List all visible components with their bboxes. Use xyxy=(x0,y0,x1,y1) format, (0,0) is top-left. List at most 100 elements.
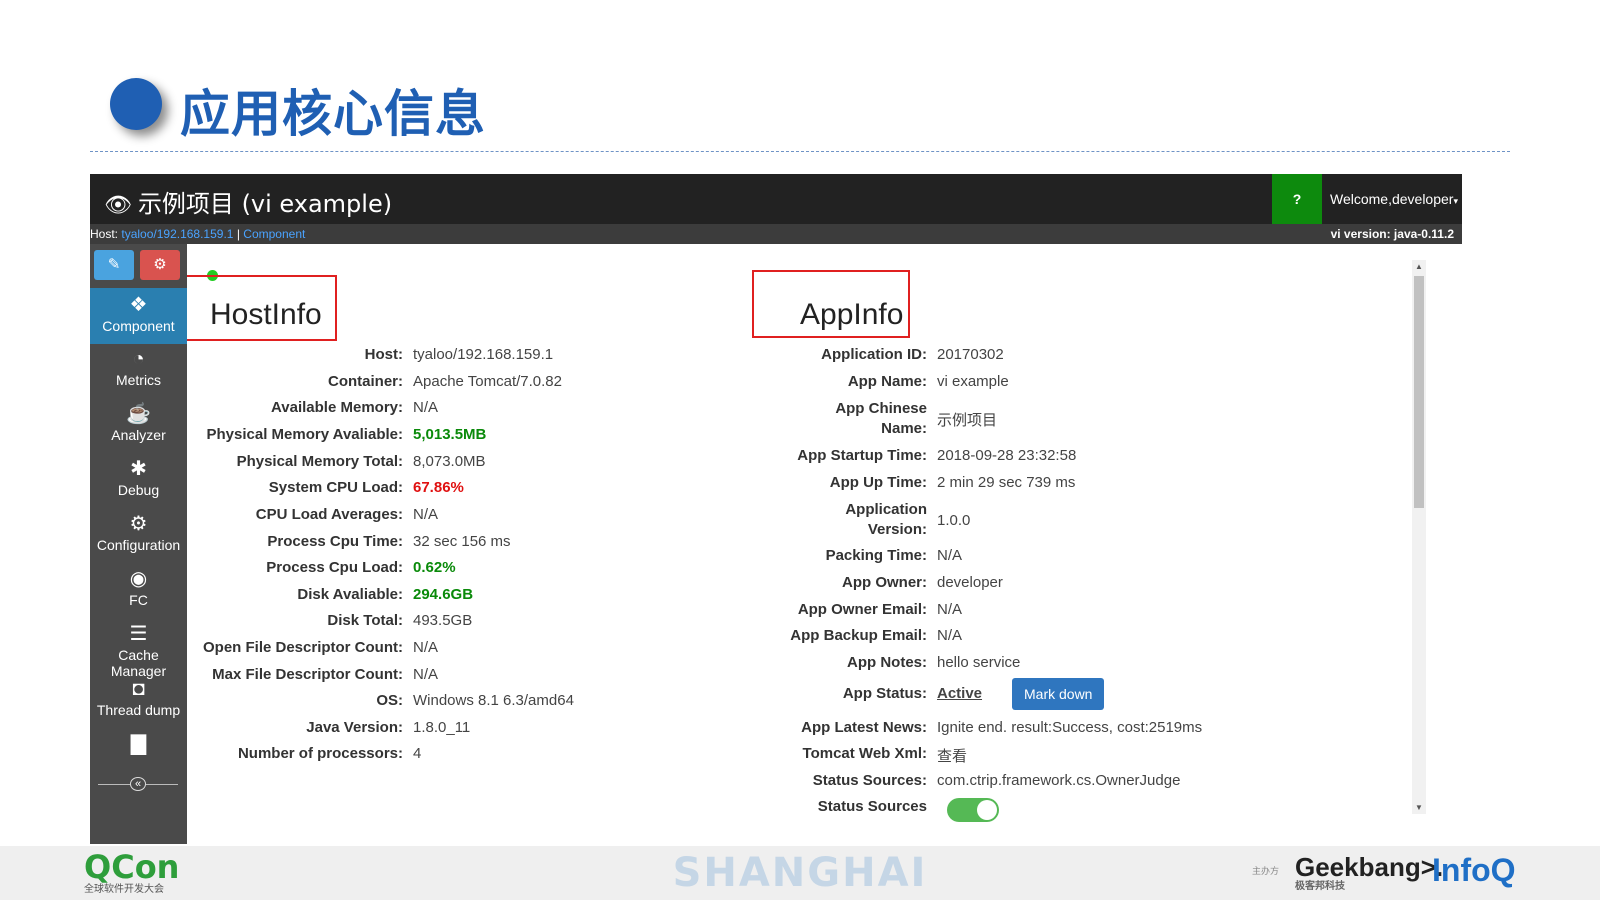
host-row: Container: Apache Tomcat/7.0.82 xyxy=(187,373,562,390)
host-row-label: Number of processors: xyxy=(237,745,403,762)
scroll-up-icon[interactable]: ▲ xyxy=(1412,262,1426,271)
sponsor-label: 主办方 xyxy=(1252,866,1280,876)
scrollbar-thumb[interactable] xyxy=(1414,276,1424,508)
brand-title: 示例项目 (vi example) xyxy=(137,190,393,218)
host-row-value: 1.8.0_11 xyxy=(413,719,471,736)
host-row-value: N/A xyxy=(413,399,439,416)
file-icon: ▇ xyxy=(130,733,147,755)
toggle-icon: ◉ xyxy=(129,568,148,590)
breadcrumb-separator: | xyxy=(236,227,240,241)
mark-down-button[interactable]: Mark down xyxy=(1012,678,1105,710)
status-sources-toggle[interactable] xyxy=(947,798,999,822)
status-active-link[interactable]: Active xyxy=(927,685,982,702)
sidebar-item-cache-manager[interactable]: ☰ Cache Manager xyxy=(90,621,187,679)
host-row: Max File Descriptor Count: N/A xyxy=(187,666,438,683)
app-row-app-version: Application Version: 1.0.0 xyxy=(845,501,971,538)
scroll-down-icon[interactable]: ▼ xyxy=(1412,803,1426,812)
host-row-label: Java Version: xyxy=(306,719,403,736)
host-row-value: tyaloo/192.168.159.1 xyxy=(413,346,554,363)
host-row-label: Physical Memory Total: xyxy=(236,453,403,470)
app-row-chinese-name: App Chinese Name: 示例项目 xyxy=(835,400,998,437)
sidebar-item-metrics[interactable]: ◔ Metrics xyxy=(90,346,187,402)
host-row-label: Process Cpu Load: xyxy=(266,559,403,576)
host-row-value: N/A xyxy=(413,666,439,683)
host-row: Process Cpu Time: 32 sec 156 ms xyxy=(187,533,511,550)
tomcat-xml-view-link[interactable]: 查看 xyxy=(927,745,967,766)
host-row-label: Open File Descriptor Count: xyxy=(202,639,403,656)
infoq-logo: InfoQ xyxy=(1432,852,1516,888)
sidebar-item-label: Metrics xyxy=(115,372,162,388)
sidebar-item-configuration[interactable]: ⚙ Configuration xyxy=(90,511,187,567)
component-icon: ❖ xyxy=(129,294,148,316)
host-row-value: 32 sec 156 ms xyxy=(413,533,511,550)
host-row-value: 5,013.5MB xyxy=(413,426,487,443)
app-row-notes: App Notes: hello service xyxy=(847,654,1021,671)
app-row-status-sources-toggle: Status Sources xyxy=(817,798,927,815)
app-row-tomcat-xml: Tomcat Web Xml: 查看 xyxy=(802,745,968,766)
app-brand[interactable]: 👁 示例项目 (vi example) xyxy=(104,184,392,219)
app-row-packing-time: Packing Time: N/A xyxy=(825,547,963,564)
camera-icon: ◘ xyxy=(132,678,145,700)
version-label: vi version: java-0.11.2 xyxy=(1330,227,1454,241)
host-row-value: N/A xyxy=(413,506,439,523)
component-link[interactable]: Component xyxy=(243,227,305,241)
sidebar-item-label: Analyzer xyxy=(111,427,166,443)
double-chevron-left-icon: « xyxy=(129,777,147,791)
edit-button[interactable]: ✎ xyxy=(94,250,134,280)
hostinfo-title: HostInfo xyxy=(210,298,322,331)
sidebar-item-label: FC xyxy=(129,592,148,608)
host-row: Process Cpu Load: 0.62% xyxy=(187,559,455,576)
host-row-label: Available Memory: xyxy=(271,399,403,416)
host-row-label: Container: xyxy=(328,373,403,390)
sidebar-collapse-button[interactable]: « xyxy=(98,774,178,794)
title-bullet-icon xyxy=(110,78,162,130)
host-row: Physical Memory Total: 8,073.0MB xyxy=(187,453,486,470)
app-row-status: App Status: Active xyxy=(842,685,983,702)
host-row: CPU Load Averages: N/A xyxy=(187,506,438,523)
host-row: Available Memory: N/A xyxy=(187,399,438,416)
coffee-icon: ☕ xyxy=(126,403,151,425)
host-row: Host: tyaloo/192.168.159.1 xyxy=(187,346,553,363)
host-row-label: OS: xyxy=(376,692,403,709)
host-row-value: 67.86% xyxy=(413,479,464,496)
app-row-latest-news: App Latest News: Ignite end. result:Succe… xyxy=(801,719,1203,736)
title-divider xyxy=(90,151,1510,152)
settings-button[interactable]: ⚙ xyxy=(140,250,180,280)
sidebar-item-component[interactable]: ❖ Component xyxy=(90,288,187,344)
host-row-label: Disk Avaliable: xyxy=(297,586,403,603)
host-row-value: 493.5GB xyxy=(413,612,473,629)
host-prefix: Host: xyxy=(90,227,119,241)
sidebar-item-fc[interactable]: ◉ FC xyxy=(90,566,187,622)
app-row-status-sources: Status Sources: com.ctrip.framework.cs.Ow… xyxy=(812,772,1181,789)
sidebar-item-debug[interactable]: ✱ Debug xyxy=(90,456,187,512)
host-row: Open File Descriptor Count: N/A xyxy=(187,639,438,656)
app-row-up-time: App Up Time: 2 min 29 sec 739 ms xyxy=(829,474,1076,491)
host-row-label: Process Cpu Time: xyxy=(267,533,403,550)
host-row-label: CPU Load Averages: xyxy=(255,506,403,523)
app-row-backup-email: App Backup Email: N/A xyxy=(790,627,963,644)
caret-down-icon: ▾ xyxy=(1453,196,1458,206)
host-row: Disk Total: 493.5GB xyxy=(187,612,472,629)
host-row-label: Max File Descriptor Count: xyxy=(212,666,403,683)
sidebar-item-thread-dump[interactable]: ◘ Thread dump xyxy=(90,676,187,732)
help-button[interactable]: ? xyxy=(1272,174,1322,224)
dashboard-icon: ◔ xyxy=(132,348,145,370)
sidebar-item-label: Component xyxy=(102,318,175,334)
main-content: HostInfo AppInfo Host: tyaloo/192.168.159… xyxy=(187,244,1427,844)
user-menu[interactable]: Welcome,developer▾ xyxy=(1326,174,1462,224)
host-row-label: Disk Total: xyxy=(327,612,403,629)
welcome-label: Welcome,developer xyxy=(1329,191,1454,207)
app-row-startup-time: App Startup Time: 2018-09-28 23:32:58 xyxy=(797,447,1077,464)
host-row-value: 294.6GB xyxy=(413,586,474,603)
app-row-owner-email: App Owner Email: N/A xyxy=(797,601,963,618)
host-row-value: 4 xyxy=(413,745,422,762)
info-bar: Host: tyaloo/192.168.159.1 | Component v… xyxy=(90,224,1462,244)
host-row-value: Windows 8.1 6.3/amd64 xyxy=(413,692,574,709)
app-window: 👁 示例项目 (vi example) ? Welcome,developer▾ … xyxy=(90,174,1462,844)
slide-footer: QCon 全球软件开发大会 SHANGHAI 主办方 Geekbang>. 极客邦科… xyxy=(0,846,1600,900)
content-scrollbar[interactable]: ▲ ▼ xyxy=(1412,260,1426,814)
eye-icon: 👁 xyxy=(104,193,132,218)
app-row-app-name: App Name: vi example xyxy=(847,373,1009,390)
sidebar-item-analyzer[interactable]: ☕ Analyzer xyxy=(90,401,187,457)
host-link[interactable]: tyaloo/192.168.159.1 xyxy=(121,227,233,241)
